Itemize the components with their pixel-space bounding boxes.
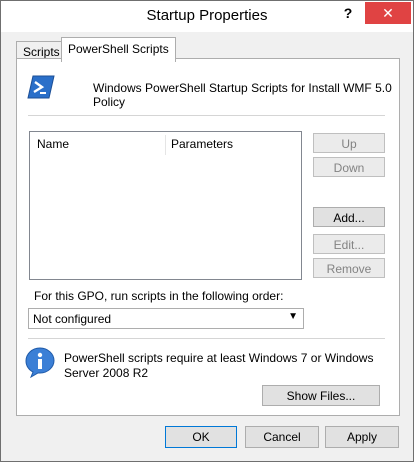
apply-button[interactable]: Apply [325,426,399,448]
help-button[interactable]: ? [337,3,359,23]
run-order-label: For this GPO, run scripts in the followi… [34,289,284,303]
close-icon: ✕ [382,5,394,21]
info-separator [28,338,385,339]
show-files-button[interactable]: Show Files... [262,385,380,406]
powershell-icon [27,75,55,99]
tab-powershell-scripts[interactable]: PowerShell Scripts [61,37,176,62]
close-button[interactable]: ✕ [365,2,411,24]
policy-description: Windows PowerShell Startup Scripts for I… [93,81,392,109]
remove-button[interactable]: Remove [313,258,385,278]
column-divider[interactable] [165,135,166,155]
scripts-list[interactable]: Name Parameters [29,131,302,280]
column-header-parameters[interactable]: Parameters [171,132,233,156]
run-order-select[interactable]: Not configured ▼ [28,308,304,329]
header-separator [28,115,385,116]
title-bar[interactable]: Startup Properties ? ✕ [1,1,413,32]
edit-button[interactable]: Edit... [313,234,385,254]
chevron-down-icon: ▼ [288,311,298,322]
down-button[interactable]: Down [313,157,385,177]
column-header-name[interactable]: Name [37,132,69,156]
info-icon [25,347,55,378]
run-order-value: Not configured [33,312,112,326]
ok-button[interactable]: OK [165,426,237,448]
add-button[interactable]: Add... [313,207,385,227]
up-button[interactable]: Up [313,133,385,153]
startup-properties-dialog: Startup Properties ? ✕ Scripts PowerShel… [0,0,414,462]
cancel-button[interactable]: Cancel [245,426,319,448]
requirements-note: PowerShell scripts require at least Wind… [64,351,374,380]
